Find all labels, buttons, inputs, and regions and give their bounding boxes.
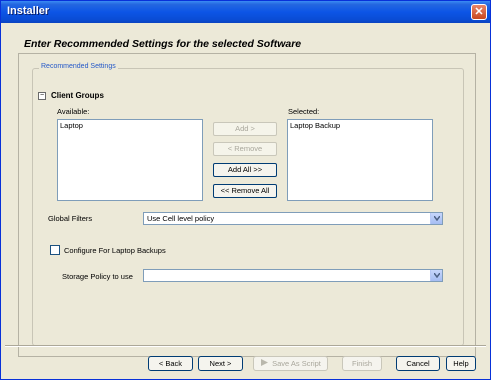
installer-window: Installer ✕ Enter Recommended Settings f… [0,0,491,380]
help-button[interactable]: Help [446,356,476,371]
laptop-backups-label: Configure For Laptop Backups [64,246,166,255]
collapse-toggle[interactable]: − [38,92,46,100]
next-button[interactable]: Next > [198,356,243,371]
global-filters-label: Global Filters [48,214,93,223]
available-list[interactable]: Laptop [57,119,203,201]
storage-policy-select[interactable] [143,269,443,282]
client-groups-title: Client Groups [51,91,104,100]
chevron-down-icon[interactable] [430,213,442,224]
save-as-script-label: Save As Script [272,359,321,368]
page-title: Enter Recommended Settings for the selec… [24,38,302,50]
selected-list[interactable]: Laptop Backup [287,119,433,201]
title-bar[interactable]: Installer ✕ [1,1,490,23]
laptop-backups-checkbox[interactable] [50,245,60,255]
back-button[interactable]: < Back [148,356,193,371]
chevron-down-icon[interactable] [430,270,442,281]
finish-button[interactable]: Finish [342,356,382,371]
collapse-icon: − [39,92,45,99]
remove-button[interactable]: < Remove [213,142,277,156]
global-filters-select[interactable]: Use Cell level policy [143,212,443,225]
content-area: Enter Recommended Settings for the selec… [5,23,486,357]
list-item[interactable]: Laptop [60,121,200,130]
close-button[interactable]: ✕ [471,4,487,20]
list-item[interactable]: Laptop Backup [290,121,430,130]
group-legend: Recommended Settings [39,63,118,70]
script-arrow-icon [260,358,269,371]
remove-all-button[interactable]: << Remove All [213,184,277,198]
close-icon: ✕ [474,6,484,18]
settings-panel: Recommended Settings − Client Groups Ava… [18,53,476,357]
storage-policy-label: Storage Policy to use [62,272,133,281]
recommended-settings-group: Recommended Settings − Client Groups Ava… [32,63,464,346]
available-label: Available: [57,107,90,116]
add-all-button[interactable]: Add All >> [213,163,277,177]
footer-divider [5,345,486,347]
save-as-script-button[interactable]: Save As Script [253,356,328,371]
window-title: Installer [7,5,50,17]
selected-label: Selected: [288,107,320,116]
cancel-button[interactable]: Cancel [396,356,440,371]
global-filters-value: Use Cell level policy [147,214,215,223]
add-button[interactable]: Add > [213,122,277,136]
